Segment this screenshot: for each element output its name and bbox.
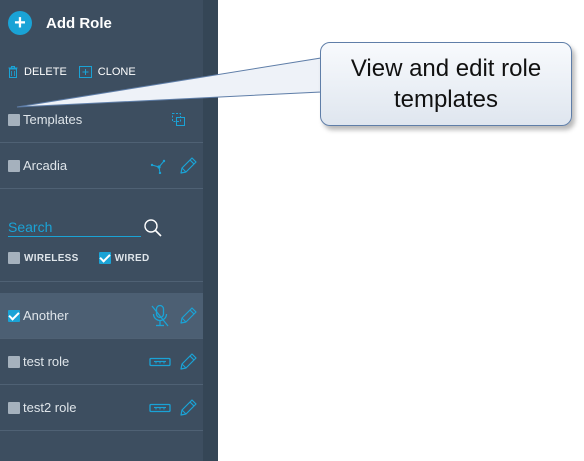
callout-line-2: templates xyxy=(393,86,499,113)
callout: View and edit role templates xyxy=(320,42,572,126)
callout-line-1: View and edit role xyxy=(350,55,542,82)
